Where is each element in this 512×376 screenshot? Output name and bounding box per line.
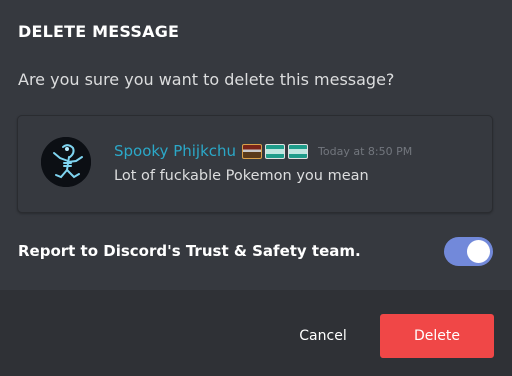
screen-emote-icon	[265, 143, 286, 159]
message-timestamp: Today at 8:50 PM	[318, 144, 413, 158]
username[interactable]: Spooky Phijkchu	[114, 142, 236, 160]
confirm-question: Are you sure you want to delete this mes…	[18, 70, 395, 89]
frog-skeleton-avatar-icon	[41, 137, 91, 187]
train-emote-icon	[242, 143, 263, 159]
report-label: Report to Discord's Trust & Safety team.	[18, 242, 361, 260]
modal-title: DELETE MESSAGE	[18, 22, 180, 41]
toggle-knob	[467, 240, 490, 263]
delete-button[interactable]: Delete	[380, 314, 494, 358]
message-content: Lot of fuckable Pokemon you mean	[114, 168, 369, 184]
cancel-button[interactable]: Cancel	[284, 314, 362, 358]
delete-message-modal: DELETE MESSAGE Are you sure you want to …	[0, 0, 512, 376]
modal-footer: Cancel Delete	[0, 290, 512, 376]
screen-emote-icon	[288, 143, 309, 159]
report-toggle[interactable]	[444, 237, 493, 266]
message-preview: Spooky Phijkchu Today at 8:50 PM Lot of …	[17, 115, 493, 213]
message-header: Spooky Phijkchu Today at 8:50 PM	[114, 140, 412, 162]
avatar	[41, 137, 91, 187]
username-emotes	[242, 143, 309, 159]
